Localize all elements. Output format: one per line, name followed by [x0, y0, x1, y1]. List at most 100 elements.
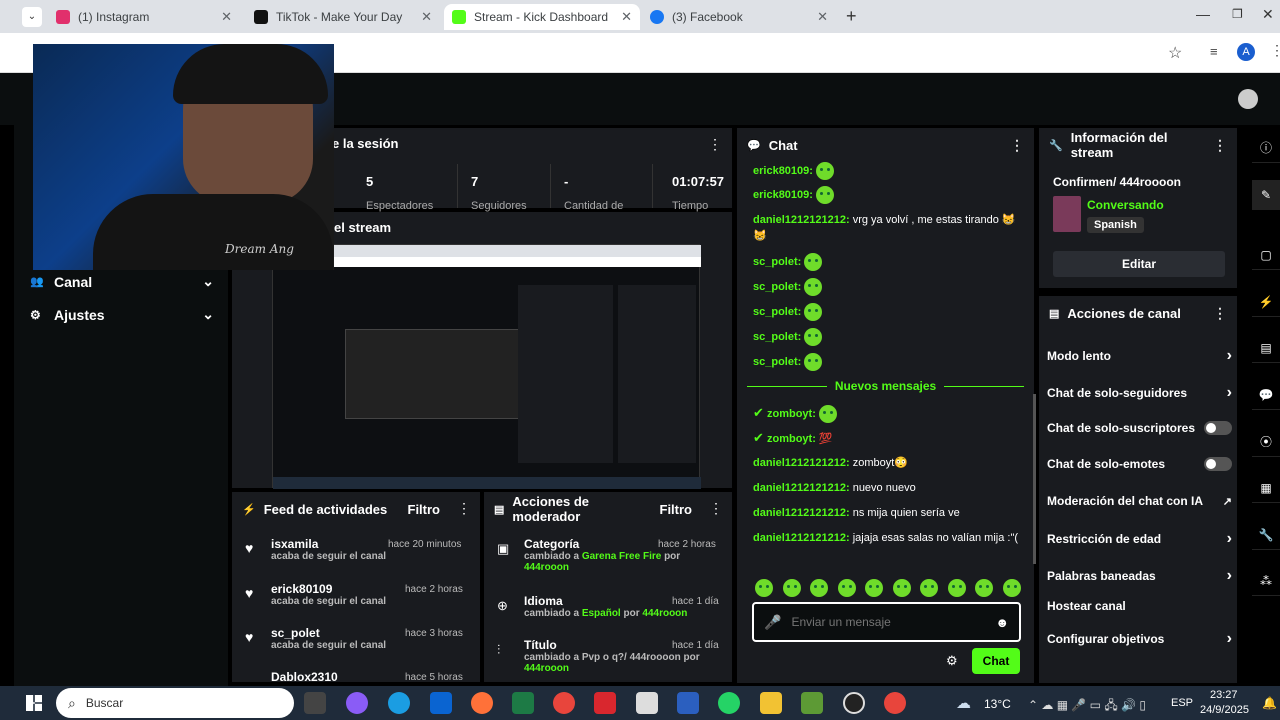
- taskbar-search-box[interactable]: ⌕ Buscar: [56, 688, 294, 718]
- minecraft-icon[interactable]: [801, 692, 823, 714]
- copilot-icon[interactable]: [346, 692, 368, 714]
- minimize-button[interactable]: —: [1196, 6, 1210, 22]
- category-name[interactable]: Conversando: [1087, 198, 1164, 212]
- edit-button[interactable]: Editar: [1053, 251, 1225, 277]
- emote-icon: [804, 278, 823, 296]
- tab-search-button[interactable]: ⌄: [22, 7, 42, 27]
- notification-icon[interactable]: 🔔: [1262, 696, 1277, 710]
- emoji-picker-icon[interactable]: ☻: [995, 615, 1009, 630]
- close-icon[interactable]: ✕: [817, 9, 828, 25]
- browser-menu-icon[interactable]: ⋮: [1270, 42, 1280, 59]
- weather-temp[interactable]: 13°C: [984, 697, 1011, 711]
- firefox-icon[interactable]: [471, 692, 493, 714]
- close-icon[interactable]: ✕: [621, 9, 632, 25]
- stream-video[interactable]: [272, 244, 701, 489]
- panel-menu-icon[interactable]: ⋮: [708, 136, 722, 153]
- document-icon[interactable]: ▤: [1252, 333, 1280, 363]
- gear-icon: ⚙: [30, 307, 41, 322]
- modactions-filter-button[interactable]: Filtro: [660, 502, 693, 517]
- tab-tiktok[interactable]: TikTok - Make Your Day ✕: [246, 4, 440, 30]
- capcut-icon[interactable]: [636, 692, 658, 714]
- chat-send-button[interactable]: Chat: [972, 648, 1020, 674]
- sidebar-item-canal[interactable]: 👥 Canal ⌄: [30, 273, 214, 290]
- chat-bubble-icon[interactable]: 💬: [1252, 380, 1280, 410]
- close-window-button[interactable]: ✕: [1262, 6, 1274, 23]
- system-tray-icons[interactable]: ⌃ ☁ ▦ 🎤 ▭ 🖧 🔊 ▯: [1028, 696, 1146, 717]
- verified-badge-icon: ✔: [753, 430, 764, 445]
- windows-start-icon[interactable]: [26, 695, 42, 711]
- action-subscribers-only[interactable]: Chat de solo-suscriptores: [1047, 421, 1232, 435]
- close-icon[interactable]: ✕: [421, 9, 432, 25]
- broadcast-icon[interactable]: ⦿: [1252, 427, 1280, 457]
- chevron-right-icon: ›: [1226, 347, 1232, 364]
- tab-facebook[interactable]: (3) Facebook ✕: [642, 4, 836, 30]
- obs-icon[interactable]: [843, 692, 865, 714]
- info-icon[interactable]: ⓘ: [1252, 133, 1280, 163]
- scan-icon[interactable]: ▢: [1252, 240, 1280, 270]
- word-icon[interactable]: [677, 692, 699, 714]
- emote-icon[interactable]: [755, 579, 773, 597]
- activity-filter-button[interactable]: Filtro: [408, 502, 441, 517]
- action-host-channel[interactable]: Hostear canal: [1047, 599, 1232, 613]
- emote-icon[interactable]: [975, 579, 994, 597]
- nodes-icon[interactable]: ⁂: [1252, 566, 1280, 596]
- chrome-profile-icon[interactable]: [884, 692, 906, 714]
- sidebar-item-ajustes[interactable]: ⚙ Ajustes ⌄: [30, 306, 214, 323]
- clock-date[interactable]: 24/9/2025: [1200, 704, 1249, 716]
- microphone-icon[interactable]: 🎤: [764, 614, 781, 631]
- panel-menu-icon[interactable]: ⋮: [1213, 137, 1227, 154]
- chat-scrollbar[interactable]: [1033, 394, 1036, 564]
- chrome-icon[interactable]: [553, 692, 575, 714]
- emote-icon[interactable]: [865, 579, 884, 597]
- bookmark-star-icon[interactable]: ☆: [1168, 43, 1182, 63]
- action-followers-only[interactable]: Chat de solo-seguidores ›: [1047, 384, 1232, 402]
- emote-icon[interactable]: [782, 579, 801, 597]
- whatsapp-icon[interactable]: [718, 692, 740, 714]
- tab-instagram[interactable]: (1) Instagram ✕: [48, 4, 240, 30]
- new-tab-button[interactable]: +: [846, 6, 857, 27]
- lightning-icon[interactable]: ⚡: [1252, 287, 1280, 317]
- chat-settings-icon[interactable]: ⚙: [946, 653, 958, 669]
- verified-badge-icon: ✔: [753, 405, 764, 420]
- weather-cloud-icon[interactable]: ☁: [956, 694, 971, 712]
- wps-icon[interactable]: [594, 692, 616, 714]
- facebook-icon: [650, 10, 664, 24]
- close-icon[interactable]: ✕: [221, 9, 232, 25]
- tab-kick-dashboard[interactable]: Stream - Kick Dashboard ✕: [444, 4, 640, 30]
- subscribers-only-toggle[interactable]: [1204, 421, 1232, 435]
- panel-menu-icon[interactable]: ⋮: [457, 500, 471, 517]
- keyboard-language[interactable]: ESP: [1171, 697, 1193, 709]
- action-age-restriction[interactable]: Restricción de edad ›: [1047, 530, 1232, 548]
- emote-icon[interactable]: [892, 579, 911, 597]
- file-explorer-icon[interactable]: [760, 692, 782, 714]
- user-avatar[interactable]: [1238, 89, 1258, 109]
- panel-menu-icon[interactable]: ⋮: [1213, 305, 1227, 322]
- edge-icon[interactable]: [388, 692, 410, 714]
- panel-menu-icon[interactable]: ⋮: [709, 500, 723, 517]
- wrench-icon[interactable]: 🔧: [1252, 520, 1280, 550]
- chat-input-box[interactable]: 🎤 ☻: [752, 602, 1021, 642]
- action-emotes-only[interactable]: Chat de solo-emotes: [1047, 457, 1232, 471]
- profile-avatar[interactable]: A: [1237, 43, 1255, 61]
- outlook-icon[interactable]: [430, 692, 452, 714]
- clock-time[interactable]: 23:27: [1210, 689, 1238, 701]
- pencil-icon[interactable]: ✎: [1252, 180, 1280, 210]
- emote-icon[interactable]: [920, 579, 939, 597]
- emote-icon[interactable]: [947, 579, 966, 597]
- chat-message-input[interactable]: [791, 615, 996, 629]
- action-banned-words[interactable]: Palabras baneadas ›: [1047, 567, 1232, 585]
- layout-icon[interactable]: ▦: [1252, 473, 1280, 503]
- emotes-only-toggle[interactable]: [1204, 457, 1232, 471]
- task-view-icon[interactable]: [304, 692, 326, 714]
- emote-icon[interactable]: [837, 579, 856, 597]
- panel-menu-icon[interactable]: ⋮: [1010, 137, 1024, 154]
- action-ai-moderation[interactable]: Moderación del chat con IA ↗: [1047, 494, 1232, 508]
- action-goals[interactable]: Configurar objetivos ›: [1047, 630, 1232, 648]
- excel-icon[interactable]: [512, 692, 534, 714]
- emote-icon[interactable]: [810, 579, 829, 597]
- emote-icon[interactable]: [1002, 579, 1021, 597]
- action-slow-mode[interactable]: Modo lento ›: [1047, 347, 1232, 365]
- list-item: ⊕ Idioma cambiado a Español por 444rooon…: [497, 594, 719, 619]
- media-controls-icon[interactable]: ≡: [1210, 44, 1218, 59]
- maximize-button[interactable]: ❐: [1232, 7, 1243, 21]
